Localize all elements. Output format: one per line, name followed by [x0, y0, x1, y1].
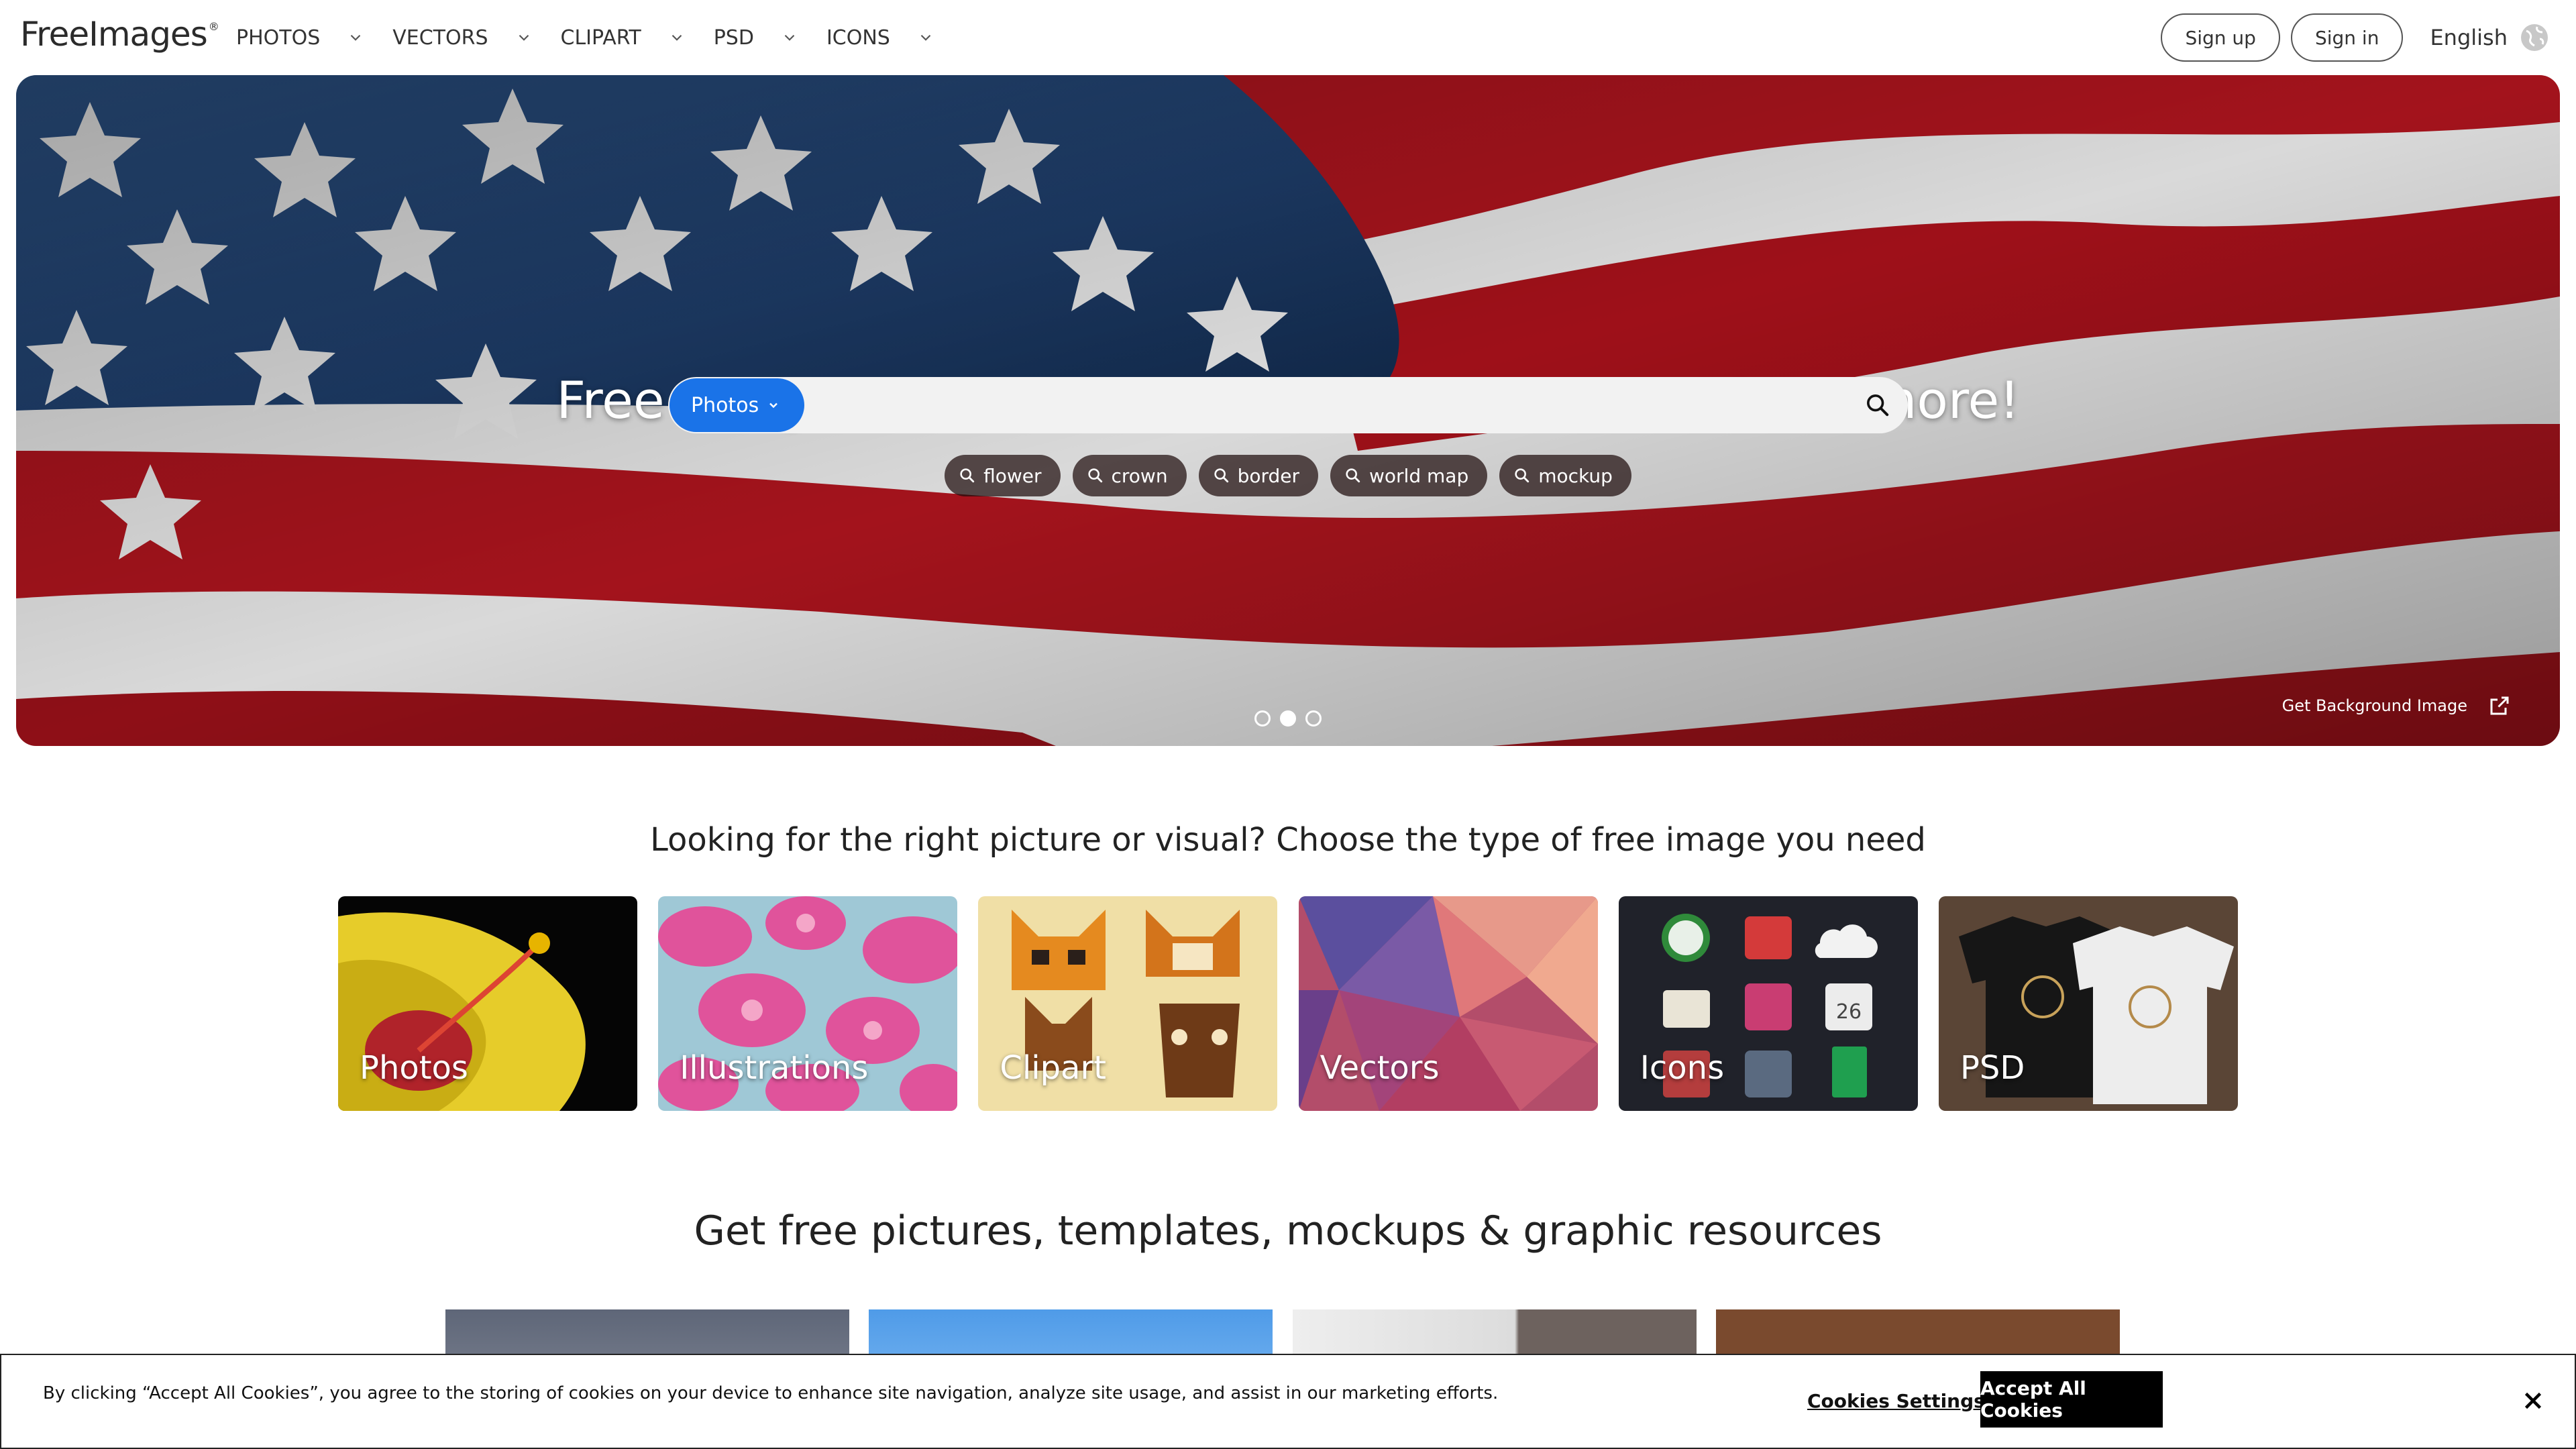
- tag-chip[interactable]: flower: [945, 455, 1061, 496]
- nav-photos-label: PHOTOS: [236, 25, 321, 50]
- carousel-dots: [16, 710, 2560, 727]
- category-label: Icons: [1640, 1049, 1725, 1087]
- language-label: English: [2430, 25, 2508, 50]
- nav-vectors-label: VECTORS: [392, 25, 488, 50]
- category-icons[interactable]: 26 Icons: [1618, 896, 1918, 1111]
- category-label: Vectors: [1320, 1049, 1440, 1087]
- cookie-message: By clicking “Accept All Cookies”, you ag…: [43, 1383, 1499, 1403]
- sign-up-button[interactable]: Sign up: [2161, 13, 2280, 62]
- tag-chip[interactable]: crown: [1072, 455, 1187, 496]
- accept-all-cookies-button[interactable]: Accept All Cookies: [1980, 1371, 2163, 1428]
- tag-chip[interactable]: border: [1198, 455, 1319, 496]
- tag-chip[interactable]: mockup: [1499, 455, 1631, 496]
- globe-icon: [2521, 24, 2548, 51]
- tag-label: border: [1237, 464, 1300, 487]
- chevron-down-icon: [769, 402, 778, 409]
- chevron-down-icon: [672, 34, 682, 41]
- search-icon: [1867, 394, 1889, 417]
- categories-heading: Looking for the right picture or visual?…: [650, 821, 1926, 859]
- category-label: Illustrations: [680, 1049, 869, 1087]
- search-icon: [960, 468, 975, 483]
- nav-clipart[interactable]: CLIPART: [561, 26, 686, 50]
- close-icon[interactable]: [2521, 1389, 2545, 1413]
- chevron-down-icon: [350, 34, 361, 41]
- chevron-down-icon: [519, 34, 529, 41]
- carousel-dot-active[interactable]: [1280, 710, 1296, 727]
- category-photos[interactable]: Photos: [338, 896, 637, 1111]
- nav-icons[interactable]: ICONS: [826, 26, 934, 50]
- language-selector[interactable]: English: [2430, 23, 2549, 52]
- search-type-label: Photos: [691, 393, 759, 417]
- svg-text:26: 26: [1836, 1000, 1862, 1024]
- sign-in-button[interactable]: Sign in: [2290, 13, 2404, 62]
- search-icon: [1346, 468, 1360, 483]
- nav-clipart-label: CLIPART: [560, 25, 641, 50]
- site-header: FreeImages ® PHOTOS VECTORS CLIPART PSD I…: [0, 0, 2576, 75]
- tag-label: world map: [1369, 464, 1469, 487]
- search-icon: [1515, 468, 1529, 483]
- tag-label: mockup: [1538, 464, 1613, 487]
- nav-psd[interactable]: PSD: [714, 26, 798, 50]
- category-label: Photos: [360, 1049, 468, 1087]
- search-button[interactable]: [1847, 378, 1908, 432]
- nav-psd-label: PSD: [713, 25, 754, 50]
- external-link-icon: [2490, 696, 2509, 715]
- chevron-down-icon: [784, 34, 795, 41]
- category-label: Clipart: [1000, 1049, 1106, 1087]
- category-grid: Photos Illustrations Clipart Vectors 26 …: [338, 896, 2238, 1111]
- popular-tags: flower crown border world map mockup: [16, 455, 2560, 496]
- search-icon: [1214, 468, 1228, 483]
- nav-photos[interactable]: PHOTOS: [236, 26, 364, 50]
- main-nav: PHOTOS VECTORS CLIPART PSD ICONS: [236, 0, 963, 75]
- search-icon: [1087, 468, 1102, 483]
- get-background-link[interactable]: Get Background Image: [2282, 694, 2512, 718]
- category-clipart[interactable]: Clipart: [978, 896, 1278, 1111]
- get-background-label: Get Background Image: [2282, 696, 2467, 715]
- nav-vectors[interactable]: VECTORS: [392, 26, 532, 50]
- carousel-dot[interactable]: [1305, 710, 1322, 727]
- hero-overlay: Photos flower crown border world map moc…: [16, 75, 2560, 746]
- category-illustrations[interactable]: Illustrations: [658, 896, 958, 1111]
- resources-heading: Get free pictures, templates, mockups & …: [694, 1208, 1882, 1254]
- carousel-dot[interactable]: [1254, 710, 1271, 727]
- chevron-down-icon: [920, 34, 931, 41]
- nav-icons-label: ICONS: [826, 25, 890, 50]
- cookies-settings-button[interactable]: Cookies Settings: [1807, 1390, 1985, 1412]
- category-psd[interactable]: PSD: [1938, 896, 2238, 1111]
- search-bar: Photos: [668, 377, 1908, 433]
- tag-label: flower: [983, 464, 1042, 487]
- cookie-banner: By clicking “Accept All Cookies”, you ag…: [0, 1354, 2576, 1449]
- search-type-dropdown[interactable]: Photos: [669, 378, 805, 432]
- site-logo[interactable]: FreeImages ®: [20, 15, 219, 54]
- header-actions: Sign up Sign in English: [2150, 0, 2549, 75]
- category-vectors[interactable]: Vectors: [1298, 896, 1598, 1111]
- tag-label: crown: [1111, 464, 1168, 487]
- search-input[interactable]: [804, 378, 1847, 432]
- tag-chip[interactable]: world map: [1330, 455, 1488, 496]
- category-label: PSD: [1960, 1049, 2025, 1087]
